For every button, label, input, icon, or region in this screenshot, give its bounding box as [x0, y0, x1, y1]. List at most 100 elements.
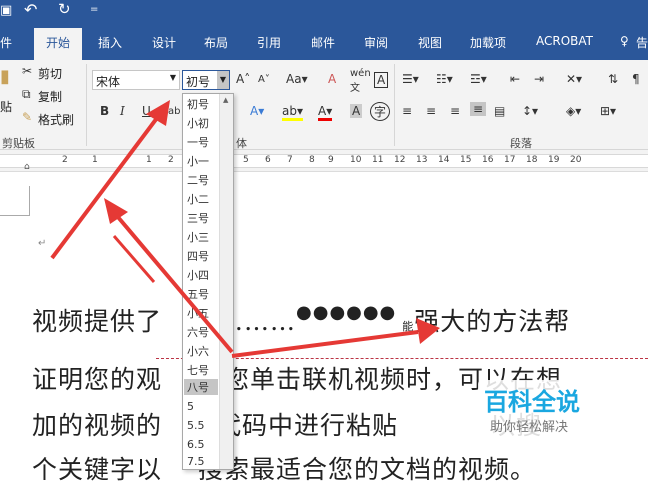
- font-size-option[interactable]: 5: [187, 400, 194, 413]
- sort-icon[interactable]: ⇅: [608, 72, 618, 86]
- font-size-option[interactable]: 小四: [187, 267, 209, 283]
- font-size-select[interactable]: 初号 ▼: [182, 70, 230, 90]
- doc-line-1: 视频提供了 ………●●●●●●能强大的方法帮: [32, 302, 570, 338]
- bullets-icon[interactable]: ☰▾: [402, 72, 419, 86]
- font-size-option[interactable]: 二号: [187, 172, 209, 188]
- font-size-option[interactable]: 三号: [187, 210, 209, 226]
- save-icon[interactable]: ▣: [0, 3, 12, 18]
- font-size-option[interactable]: 六号: [187, 324, 209, 340]
- phonetic-guide-icon[interactable]: wén 文: [350, 68, 371, 94]
- tab-mailings[interactable]: 邮件: [311, 34, 335, 51]
- font-size-option[interactable]: 七号: [187, 362, 209, 378]
- font-color-icon[interactable]: A▾: [318, 104, 333, 121]
- cut-button[interactable]: 剪切: [38, 65, 62, 82]
- tab-design[interactable]: 设计: [152, 34, 176, 51]
- tab-tell-me[interactable]: 告: [636, 34, 648, 51]
- tab-layout[interactable]: 布局: [204, 34, 228, 51]
- cut-icon[interactable]: ✂: [22, 64, 32, 78]
- numbering-icon[interactable]: ☷▾: [436, 72, 453, 86]
- undo-icon[interactable]: ↶: [24, 0, 37, 19]
- ruler-number: 13: [416, 155, 428, 165]
- indent-marker-icon[interactable]: ⌂: [24, 162, 30, 172]
- ruler-number: 9: [328, 155, 334, 165]
- ruler-number: 17: [504, 155, 516, 165]
- show-marks-icon[interactable]: ¶: [632, 72, 640, 86]
- increase-indent-icon[interactable]: ⇥: [534, 72, 544, 86]
- doc-text: 强大的方法帮: [414, 307, 571, 336]
- tab-addins[interactable]: 加载项: [470, 34, 506, 51]
- distributed-icon[interactable]: ▤: [494, 104, 505, 118]
- borders-icon[interactable]: ⊞▾: [600, 104, 616, 118]
- enclose-char-icon[interactable]: 字: [370, 102, 391, 121]
- doc-text: ●●●●●●: [296, 302, 397, 323]
- align-left-icon[interactable]: ≡: [402, 104, 412, 118]
- font-size-option[interactable]: 一号: [187, 134, 209, 150]
- copy-button[interactable]: 复制: [38, 88, 62, 105]
- ruler-number: 19: [548, 155, 560, 165]
- multilevel-list-icon[interactable]: ☲▾: [470, 72, 487, 86]
- shrink-font-icon[interactable]: A˅: [258, 74, 270, 85]
- justify-icon[interactable]: ≡: [470, 102, 487, 116]
- grow-font-icon[interactable]: A˄: [236, 72, 250, 86]
- font-size-option[interactable]: 6.5: [187, 438, 205, 451]
- quick-access-more-icon[interactable]: =: [90, 4, 98, 15]
- strikethrough-icon[interactable]: ab: [168, 106, 180, 117]
- font-name-value: 宋体: [96, 75, 121, 89]
- dropdown-scrollbar[interactable]: ▲: [219, 94, 233, 469]
- font-size-option[interactable]: 小六: [187, 343, 209, 359]
- ruler-number: 2: [168, 155, 174, 165]
- scroll-up-icon[interactable]: ▲: [223, 96, 228, 104]
- font-size-option[interactable]: 小一: [187, 153, 209, 169]
- title-bar: ▣ ↶ ↻ =: [0, 0, 648, 24]
- tab-home[interactable]: 开始: [34, 28, 83, 60]
- redo-icon[interactable]: ↻: [58, 0, 71, 18]
- group-divider: [86, 64, 87, 146]
- char-border-icon[interactable]: A: [374, 72, 389, 88]
- tab-view[interactable]: 视图: [418, 34, 442, 51]
- paste-icon[interactable]: ▮: [0, 66, 10, 87]
- font-size-option-selected[interactable]: 八号: [184, 379, 218, 395]
- tab-insert[interactable]: 插入: [98, 34, 122, 51]
- font-size-option[interactable]: 五号: [187, 286, 209, 302]
- char-shading-icon[interactable]: A: [350, 104, 363, 118]
- font-size-option[interactable]: 5.5: [187, 419, 205, 432]
- format-painter-button[interactable]: 格式刷: [38, 111, 74, 128]
- clear-format-icon[interactable]: A: [328, 72, 336, 86]
- tab-references[interactable]: 引用: [257, 34, 281, 51]
- tab-file[interactable]: 件: [0, 34, 12, 51]
- font-size-option[interactable]: 7.5: [187, 455, 205, 468]
- copy-icon[interactable]: ⧉: [22, 87, 31, 102]
- tell-me-icon[interactable]: ♀: [620, 34, 629, 48]
- font-name-select[interactable]: 宋体 ▼: [92, 70, 180, 90]
- shading-icon[interactable]: ◈▾: [566, 104, 581, 118]
- chinese-layout-icon[interactable]: ✕▾: [566, 72, 582, 86]
- font-size-option[interactable]: 四号: [187, 248, 209, 264]
- font-size-option[interactable]: 小三: [187, 229, 209, 245]
- format-painter-icon[interactable]: ✎: [22, 110, 32, 124]
- font-size-option[interactable]: 小初: [187, 115, 209, 131]
- horizontal-ruler[interactable]: 2 1 1 2 5 6 7 8 9 10 11 12 13 14 15 16 1…: [0, 150, 648, 172]
- tab-review[interactable]: 审阅: [364, 34, 388, 51]
- bold-icon[interactable]: B: [100, 104, 109, 118]
- align-center-icon[interactable]: ≡: [426, 104, 436, 118]
- doc-text: 提供了: [84, 307, 163, 336]
- ruler-number: 2: [62, 155, 68, 165]
- change-case-icon[interactable]: Aa▾: [286, 72, 308, 86]
- font-size-option[interactable]: 小二: [187, 191, 209, 207]
- align-right-icon[interactable]: ≡: [450, 104, 460, 118]
- paste-label[interactable]: 贴: [0, 98, 12, 115]
- ruler-number: 16: [482, 155, 494, 165]
- watermark: 百科全说 助你轻松解决: [478, 380, 603, 440]
- font-size-option[interactable]: 小五: [187, 305, 209, 321]
- tab-acrobat[interactable]: ACROBAT: [536, 34, 593, 48]
- line-spacing-icon[interactable]: ↕▾: [522, 104, 538, 118]
- underline-icon[interactable]: U: [142, 104, 151, 118]
- decrease-indent-icon[interactable]: ⇤: [510, 72, 520, 86]
- highlight-icon[interactable]: ab▾: [282, 104, 303, 121]
- font-size-dropdown[interactable]: 初号 小初 一号 小一 二号 小二 三号 小三 四号 小四 五号 小五 六号 小…: [182, 93, 234, 470]
- ruler-number: 6: [265, 155, 271, 165]
- italic-icon[interactable]: I: [120, 104, 125, 118]
- font-size-option[interactable]: 初号: [187, 96, 209, 112]
- font-size-value: 初号: [186, 75, 211, 89]
- text-effects-icon[interactable]: A▾: [250, 104, 264, 118]
